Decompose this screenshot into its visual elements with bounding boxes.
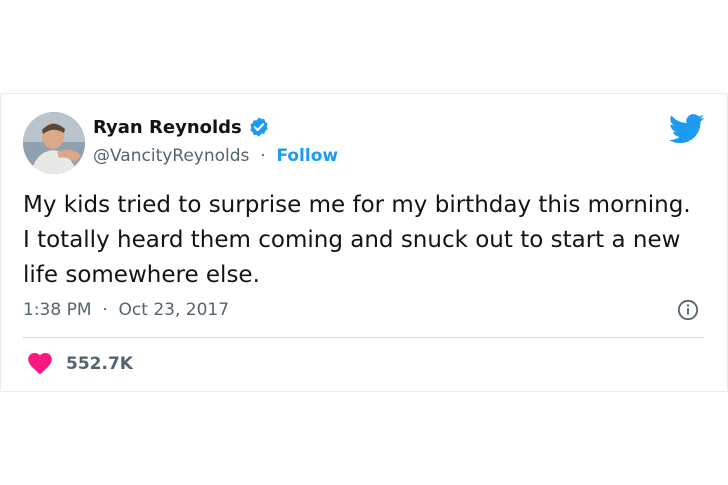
info-icon[interactable] bbox=[677, 299, 699, 321]
separator-dot: · bbox=[96, 300, 114, 320]
verified-badge-icon bbox=[250, 117, 268, 137]
tweet-date: Oct 23, 2017 bbox=[118, 300, 230, 320]
avatar[interactable] bbox=[23, 112, 85, 174]
author-name[interactable]: Ryan Reynolds bbox=[93, 117, 242, 138]
tweet-timestamp[interactable]: 1:38 PM · Oct 23, 2017 bbox=[23, 300, 229, 320]
tweet-time: 1:38 PM bbox=[23, 300, 92, 320]
author-handle[interactable]: @VancityReynolds bbox=[93, 146, 249, 166]
twitter-bird-icon[interactable] bbox=[669, 114, 705, 144]
handle-row: @VancityReynolds · Follow bbox=[93, 146, 338, 166]
like-count: 552.7K bbox=[66, 354, 133, 374]
avatar-image bbox=[23, 112, 85, 174]
follow-button[interactable]: Follow bbox=[276, 146, 338, 166]
heart-icon bbox=[28, 353, 52, 375]
like-button[interactable]: 552.7K bbox=[28, 353, 133, 375]
author-row: Ryan Reynolds bbox=[93, 116, 270, 138]
tweet-text: My kids tried to surprise me for my birt… bbox=[23, 192, 691, 288]
divider bbox=[23, 337, 704, 338]
separator-dot: · bbox=[254, 146, 272, 166]
